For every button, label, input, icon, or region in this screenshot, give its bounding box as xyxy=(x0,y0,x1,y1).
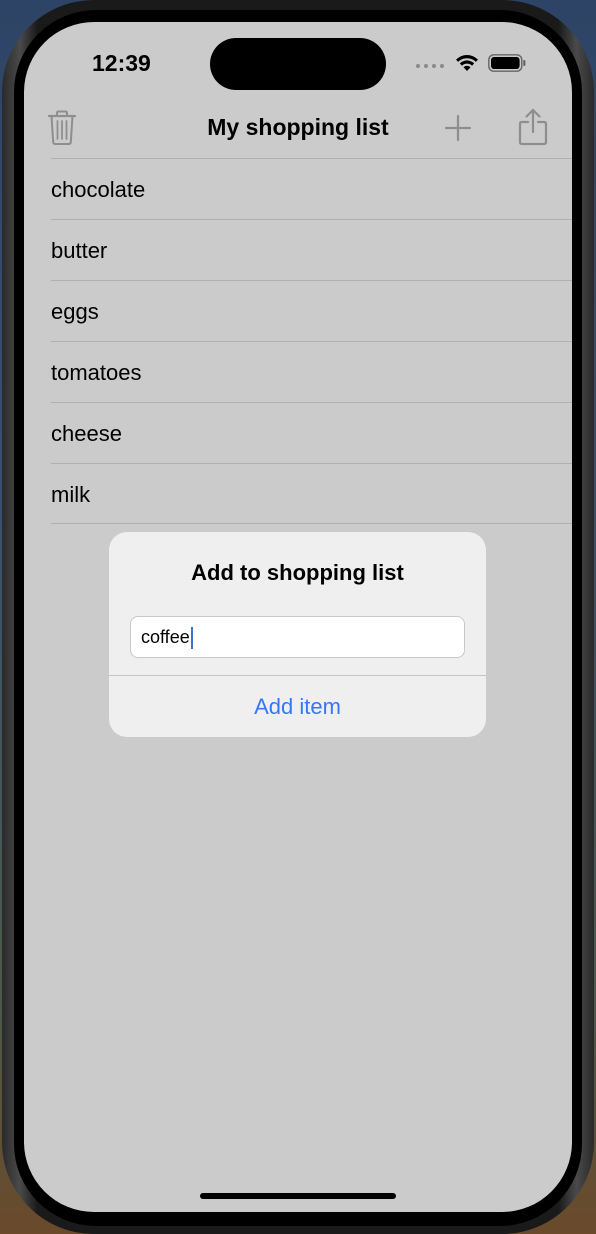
navigation-bar: My shopping list xyxy=(24,102,572,158)
add-item-button[interactable]: Add item xyxy=(109,676,486,737)
plus-icon[interactable] xyxy=(444,114,472,142)
battery-icon xyxy=(488,54,526,72)
text-caret xyxy=(190,627,193,650)
status-time: 12:39 xyxy=(92,50,151,76)
list-item[interactable]: cheese xyxy=(51,402,572,463)
shopping-list: chocolate butter eggs tomatoes cheese mi… xyxy=(51,158,572,524)
dynamic-island xyxy=(210,38,386,90)
list-item[interactable]: milk xyxy=(51,463,572,524)
app-screen: 12:39 My shopping list chocolate butter … xyxy=(24,22,572,1212)
cellular-signal-icon xyxy=(416,64,444,68)
home-indicator[interactable] xyxy=(200,1193,396,1199)
item-name-input[interactable]: coffee xyxy=(130,616,465,658)
item-name-value: coffee xyxy=(141,627,190,647)
status-bar: 12:39 xyxy=(24,22,572,102)
add-item-alert: Add to shopping list coffee Add item xyxy=(109,532,486,737)
list-item[interactable]: butter xyxy=(51,219,572,280)
page-title: My shopping list xyxy=(207,114,389,140)
share-icon[interactable] xyxy=(518,108,548,146)
alert-title: Add to shopping list xyxy=(191,560,404,585)
list-item[interactable]: tomatoes xyxy=(51,341,572,402)
wifi-icon xyxy=(456,55,478,71)
list-item[interactable]: eggs xyxy=(51,280,572,341)
list-item[interactable]: chocolate xyxy=(51,158,572,219)
